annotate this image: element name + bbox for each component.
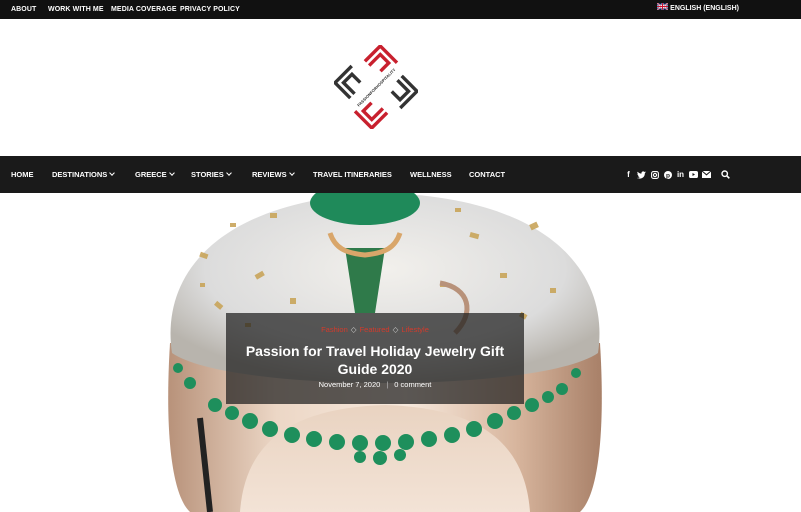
featured-post[interactable]: Fashion ◇ Featured ◇ Lifestyle Passion for T… bbox=[0, 193, 801, 512]
nav-item-wellness[interactable]: WELLNESS bbox=[410, 156, 452, 193]
nav-item-label: WELLNESS bbox=[410, 170, 452, 179]
nav-item-label: TRAVEL ITINERARIES bbox=[313, 170, 392, 179]
language-switcher[interactable]: ENGLISH (ENGLISH) bbox=[657, 0, 739, 19]
chevron-down-icon bbox=[225, 170, 232, 176]
nav-item-label: HOME bbox=[11, 170, 34, 179]
social-icons: f p in bbox=[624, 156, 730, 193]
language-label: ENGLISH (ENGLISH) bbox=[670, 5, 739, 12]
chevron-down-icon bbox=[109, 170, 116, 176]
post-categories: Fashion ◇ Featured ◇ Lifestyle bbox=[226, 325, 524, 334]
chevron-down-icon bbox=[168, 170, 175, 176]
chevron-down-icon bbox=[288, 170, 295, 176]
nav-item-reviews[interactable]: REVIEWS bbox=[252, 156, 295, 193]
post-meta: November 7, 2020 | 0 comment bbox=[226, 380, 524, 389]
nav-item-contact[interactable]: CONTACT bbox=[469, 156, 505, 193]
instagram-icon[interactable] bbox=[650, 170, 659, 179]
nav-item-home[interactable]: HOME bbox=[11, 156, 34, 193]
post-comments[interactable]: 0 comment bbox=[394, 380, 431, 389]
nav-item-greece[interactable]: GREECE bbox=[135, 156, 175, 193]
nav-item-label: REVIEWS bbox=[252, 170, 287, 179]
top-link-media-coverage[interactable]: MEDIA COVERAGE bbox=[111, 0, 177, 19]
main-nav: HOME DESTINATIONS GREECE STORIES REVIEWS… bbox=[0, 156, 801, 193]
category-link[interactable]: Lifestyle bbox=[401, 325, 429, 334]
site-logo[interactable]: PASSIONFORHOSPITALITY bbox=[334, 45, 418, 129]
linkedin-icon[interactable]: in bbox=[676, 170, 685, 179]
pinterest-icon[interactable]: p bbox=[663, 170, 672, 179]
top-link-about[interactable]: ABOUT bbox=[11, 0, 36, 19]
category-link[interactable]: Fashion bbox=[321, 325, 348, 334]
uk-flag-icon bbox=[657, 3, 669, 11]
top-link-privacy-policy[interactable]: PRIVACY POLICY bbox=[180, 0, 240, 19]
nav-item-label: CONTACT bbox=[469, 170, 506, 179]
meta-separator: | bbox=[386, 380, 389, 389]
category-link[interactable]: Featured bbox=[360, 325, 390, 334]
search-icon[interactable] bbox=[721, 170, 730, 179]
svg-text:p: p bbox=[666, 172, 670, 179]
email-icon[interactable] bbox=[702, 170, 711, 179]
separator-icon: ◇ bbox=[392, 325, 399, 334]
youtube-icon[interactable] bbox=[689, 170, 698, 179]
nav-item-destinations[interactable]: DESTINATIONS bbox=[52, 156, 116, 193]
post-date: November 7, 2020 bbox=[318, 380, 381, 389]
logo-text: PASSIONFORHOSPITALITY bbox=[356, 67, 397, 108]
post-caption: Fashion ◇ Featured ◇ Lifestyle Passion for T… bbox=[226, 313, 524, 404]
twitter-icon[interactable] bbox=[637, 170, 646, 179]
nav-item-label: STORIES bbox=[191, 170, 224, 179]
top-link-work-with-me[interactable]: WORK WITH ME bbox=[48, 0, 104, 19]
top-bar: ABOUT WORK WITH ME MEDIA COVERAGE PRIVAC… bbox=[0, 0, 801, 19]
facebook-icon[interactable]: f bbox=[624, 170, 633, 179]
post-title[interactable]: Passion for Travel Holiday Jewelry Gift … bbox=[236, 342, 514, 378]
separator-icon: ◇ bbox=[350, 325, 357, 334]
site-header: PASSIONFORHOSPITALITY bbox=[0, 19, 801, 156]
nav-item-label: GREECE bbox=[135, 170, 167, 179]
nav-item-stories[interactable]: STORIES bbox=[191, 156, 232, 193]
nav-item-travel-itineraries[interactable]: TRAVEL ITINERARIES bbox=[313, 156, 392, 193]
nav-item-label: DESTINATIONS bbox=[52, 170, 108, 179]
